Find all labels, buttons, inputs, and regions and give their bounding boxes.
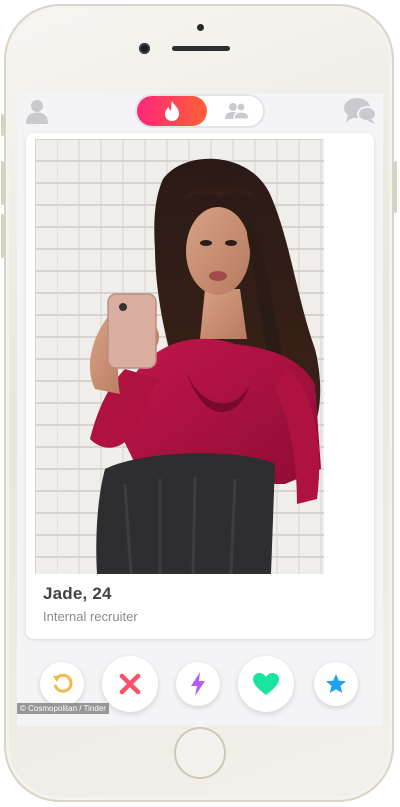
nope-button[interactable] (102, 656, 158, 712)
power-button (394, 161, 397, 213)
tab-social[interactable] (213, 98, 261, 124)
app-screen: Jade, 24 Internal recruiter © Cosmopolit… (17, 93, 383, 726)
volume-down-button (1, 214, 4, 258)
profile-occupation: Internal recruiter (43, 609, 138, 624)
top-bar (17, 93, 383, 129)
profile-name-age: Jade, 24 (43, 584, 112, 603)
rewind-button[interactable] (40, 662, 84, 706)
lightning-icon (191, 672, 205, 696)
super-like-button[interactable] (314, 662, 358, 706)
star-icon (326, 674, 346, 693)
chat-bubbles-icon[interactable] (343, 97, 377, 125)
home-button[interactable] (174, 727, 226, 779)
flame-icon (165, 101, 179, 121)
like-button[interactable] (238, 656, 294, 712)
front-camera (139, 43, 150, 54)
discover-social-toggle[interactable] (135, 94, 265, 128)
profile-icon[interactable] (25, 98, 49, 124)
heart-icon (253, 673, 279, 695)
tab-discover[interactable] (137, 96, 207, 126)
earpiece-speaker (172, 46, 230, 51)
proximity-sensor (197, 24, 204, 31)
profile-photo (35, 139, 324, 574)
photo-credit: © Cosmopolitan / Tinder (17, 703, 109, 714)
boost-button[interactable] (176, 662, 220, 706)
x-icon (119, 673, 141, 695)
volume-up-button (1, 161, 4, 205)
group-icon (225, 102, 250, 120)
profile-card[interactable]: Jade, 24 Internal recruiter (26, 133, 374, 639)
rewind-icon (53, 673, 73, 693)
silent-switch (1, 114, 4, 136)
